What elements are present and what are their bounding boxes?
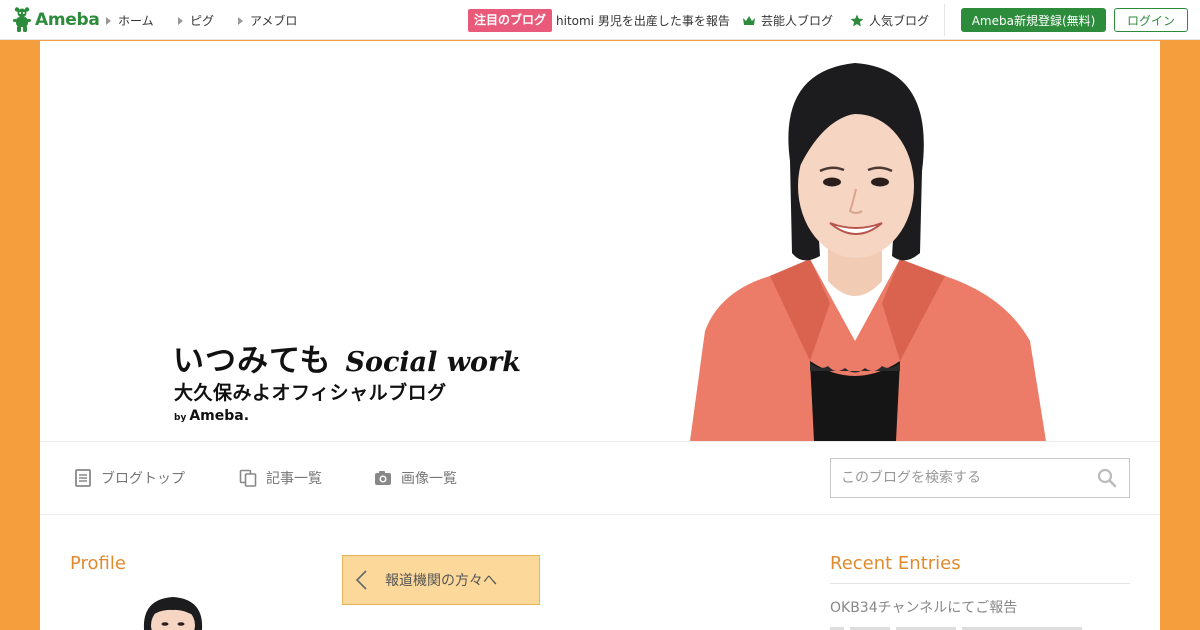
image-list-link[interactable]: 画像一覧 xyxy=(374,468,457,488)
article-list-link[interactable]: 記事一覧 xyxy=(239,468,322,488)
banner-subtitle: 大久保みよオフィシャルブログ xyxy=(174,382,447,404)
banner-title: いつみても Social work xyxy=(173,335,521,380)
press-info-label: 報道機関の方々へ xyxy=(385,573,497,589)
star-icon xyxy=(850,14,864,27)
press-info-button[interactable]: 報道機関の方々へ xyxy=(342,555,540,605)
header-divider xyxy=(944,4,945,36)
blog-header-banner[interactable]: いつみても Social work 大久保みよオフィシャルブログ by Ameb… xyxy=(40,41,1160,441)
banner-title-japanese: いつみても xyxy=(173,343,332,379)
recent-entry-partial xyxy=(830,627,1082,630)
blog-top-link[interactable]: ブログトップ xyxy=(74,468,185,488)
blog-container: いつみても Social work 大久保みよオフィシャルブログ by Ameb… xyxy=(40,41,1160,630)
blog-search-input[interactable] xyxy=(831,459,1091,497)
portrait-photo xyxy=(690,63,1046,441)
popular-blog-label: 人気ブログ xyxy=(869,14,930,28)
recent-entries-heading: Recent Entries xyxy=(830,553,1130,584)
ameba-logo[interactable]: Ameba xyxy=(12,7,100,33)
nav-home-label: ホーム xyxy=(118,14,154,28)
document-icon xyxy=(75,469,91,487)
recent-entry-link[interactable]: OKB34チャンネルにてご報告 xyxy=(830,597,1017,617)
blog-top-label: ブログトップ xyxy=(101,471,185,487)
logo-text: Ameba xyxy=(35,10,100,30)
global-header: Ameba ホーム ピグ アメブロ 注目のブログ hitomi 男児を出産した事… xyxy=(0,0,1200,40)
crown-icon xyxy=(743,16,755,25)
article-list-label: 記事一覧 xyxy=(266,471,322,487)
copy-icon xyxy=(239,469,257,487)
profile-heading: Profile xyxy=(70,553,126,574)
caret-right-icon xyxy=(178,16,183,25)
caret-right-icon xyxy=(106,16,111,25)
image-list-label: 画像一覧 xyxy=(401,471,457,487)
nav-ameblo-link[interactable]: アメブロ xyxy=(238,12,297,29)
login-button[interactable]: ログイン xyxy=(1114,8,1188,32)
caret-right-icon xyxy=(238,16,243,25)
banner-by-ameba: by Ameba. xyxy=(174,408,249,424)
nav-pigg-label: ピグ xyxy=(190,14,215,28)
featured-blog-link[interactable]: hitomi 男児を出産した事を報告 xyxy=(556,12,730,29)
camera-icon xyxy=(375,471,391,485)
nav-ameblo-label: アメブロ xyxy=(250,14,298,28)
ameba-mascot-icon xyxy=(13,7,31,32)
chevron-left-icon xyxy=(355,570,367,590)
featured-blog-badge: 注目のブログ xyxy=(468,9,553,32)
celebrity-blog-label: 芸能人ブログ xyxy=(761,14,834,28)
ameba-brand-label: Ameba. xyxy=(189,408,250,424)
search-icon[interactable] xyxy=(1097,468,1117,488)
profile-photo[interactable] xyxy=(138,591,208,630)
banner-title-english: Social work xyxy=(345,347,521,378)
nav-pigg-link[interactable]: ピグ xyxy=(178,12,214,29)
nav-home-link[interactable]: ホーム xyxy=(106,12,154,29)
celebrity-blog-link[interactable]: 芸能人ブログ xyxy=(742,12,833,29)
blog-navigation: ブログトップ 記事一覧 画像一覧 xyxy=(40,441,1160,515)
register-button[interactable]: Ameba新規登録(無料) xyxy=(961,8,1106,32)
blog-search xyxy=(830,458,1130,498)
by-label: by xyxy=(174,413,187,423)
popular-blog-link[interactable]: 人気ブログ xyxy=(850,12,929,29)
